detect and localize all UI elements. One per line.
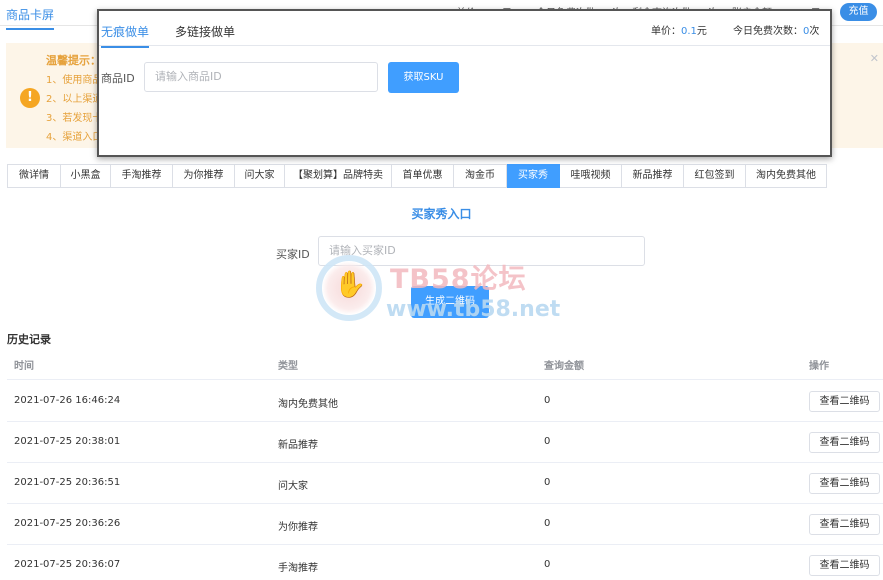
view-qr-button[interactable]: 查看二维码: [809, 514, 880, 535]
page: 商品卡屏 单价：0.1元 今日免费次数：0次 剩余查询次数：0次 账户余额：3.…: [0, 0, 883, 580]
channel-tab[interactable]: 问大家: [235, 164, 285, 188]
notice-line: 4、渠道入口: [46, 132, 103, 143]
watermark-text: TB58论坛: [390, 264, 527, 295]
section-title: 买家秀入口: [411, 207, 472, 221]
row-time: 2021-07-26 16:46:24: [14, 395, 121, 406]
table-row: 2021-07-25 20:36:51 问大家 0 查看二维码: [7, 463, 883, 504]
channel-tab[interactable]: 新品推荐: [622, 164, 684, 188]
tab-multi-link-order[interactable]: 多链接做单: [175, 23, 235, 46]
notice-title: 温馨提示：: [46, 54, 101, 67]
free-unit: 次: [809, 26, 820, 37]
view-qr-button[interactable]: 查看二维码: [809, 473, 880, 494]
notice-line: 3、若发现卡: [46, 113, 103, 124]
row-amount: 0: [544, 559, 551, 570]
notice-line: 1、使用商品: [46, 75, 103, 86]
row-type: 淘内免费其他: [278, 399, 338, 410]
channel-tabs: 微详情 小黑盒 手淘推荐 为你推荐 问大家 【聚划算】品牌特卖 首单优惠 淘金币…: [7, 164, 827, 188]
row-time: 2021-07-25 20:36:51: [14, 477, 121, 488]
view-qr-button[interactable]: 查看二维码: [809, 555, 880, 576]
channel-tab[interactable]: 小黑盒: [61, 164, 111, 188]
table-row: 2021-07-25 20:36:07 手淘推荐 0 查看二维码: [7, 545, 883, 580]
row-amount: 0: [544, 436, 551, 447]
row-time: 2021-07-25 20:38:01: [14, 436, 121, 447]
table-row: 2021-07-25 20:36:26 为你推荐 0 查看二维码: [7, 504, 883, 545]
table-row: 2021-07-25 20:38:01 新品推荐 0 查看二维码: [7, 422, 883, 463]
channel-tab[interactable]: 首单优惠: [392, 164, 454, 188]
row-amount: 0: [544, 395, 551, 406]
close-icon[interactable]: ✕: [870, 52, 879, 65]
channel-tab[interactable]: 微详情: [7, 164, 61, 188]
table-header: 时间 类型 查询金额 操作: [7, 346, 883, 380]
price-label: 单价：: [651, 26, 681, 37]
column-header: 查询金额: [544, 361, 584, 372]
recharge-button[interactable]: 充值: [840, 3, 877, 21]
modal-price-info: 单价：0.1元: [651, 22, 707, 37]
view-qr-button[interactable]: 查看二维码: [809, 391, 880, 412]
column-header: 时间: [14, 361, 34, 372]
product-id-label: 商品ID: [101, 72, 135, 85]
channel-tab[interactable]: 哇哦视频: [560, 164, 622, 188]
row-type: 为你推荐: [278, 522, 318, 533]
order-modal: 无痕做单 多链接做单 单价：0.1元 今日免费次数：0次 商品ID 请输入商品I…: [97, 9, 832, 157]
price-unit: 元: [696, 26, 707, 37]
history-title: 历史记录: [7, 333, 51, 346]
modal-tabs: 无痕做单 多链接做单 单价：0.1元 今日免费次数：0次: [99, 11, 830, 48]
notice-line: 2、以上渠道: [46, 94, 103, 105]
get-sku-button[interactable]: 获取SKU: [388, 62, 459, 93]
warning-icon: !: [20, 88, 40, 108]
price-value: 0.1: [681, 26, 697, 37]
hand-icon: ✋: [334, 270, 367, 300]
product-id-input[interactable]: 请输入商品ID: [144, 62, 378, 92]
channel-tab[interactable]: 淘金币: [454, 164, 507, 188]
modal-free-info: 今日免费次数：0次: [733, 22, 819, 37]
row-amount: 0: [544, 477, 551, 488]
channel-tab[interactable]: 【聚划算】品牌特卖: [285, 164, 392, 188]
table-row: 2021-07-26 16:46:24 淘内免费其他 0 查看二维码: [7, 381, 883, 422]
row-type: 问大家: [278, 481, 308, 492]
buyer-id-label: 买家ID: [276, 248, 310, 261]
row-type: 新品推荐: [278, 440, 318, 451]
row-time: 2021-07-25 20:36:07: [14, 559, 121, 570]
channel-tab[interactable]: 为你推荐: [173, 164, 235, 188]
row-time: 2021-07-25 20:36:26: [14, 518, 121, 529]
channel-tab[interactable]: 淘内免费其他: [746, 164, 827, 188]
row-type: 手淘推荐: [278, 563, 318, 574]
channel-tab[interactable]: 手淘推荐: [111, 164, 173, 188]
channel-tab[interactable]: 红包签到: [684, 164, 746, 188]
view-qr-button[interactable]: 查看二维码: [809, 432, 880, 453]
column-header: 类型: [278, 361, 298, 372]
watermark-url: www.tb58.net: [386, 297, 561, 322]
tab-no-trace-order[interactable]: 无痕做单: [101, 23, 150, 48]
tab-product-card[interactable]: 商品卡屏: [6, 6, 55, 30]
channel-tab-active[interactable]: 买家秀: [507, 164, 560, 188]
row-amount: 0: [544, 518, 551, 529]
free-label: 今日免费次数：: [733, 26, 803, 37]
column-header: 操作: [809, 361, 829, 372]
